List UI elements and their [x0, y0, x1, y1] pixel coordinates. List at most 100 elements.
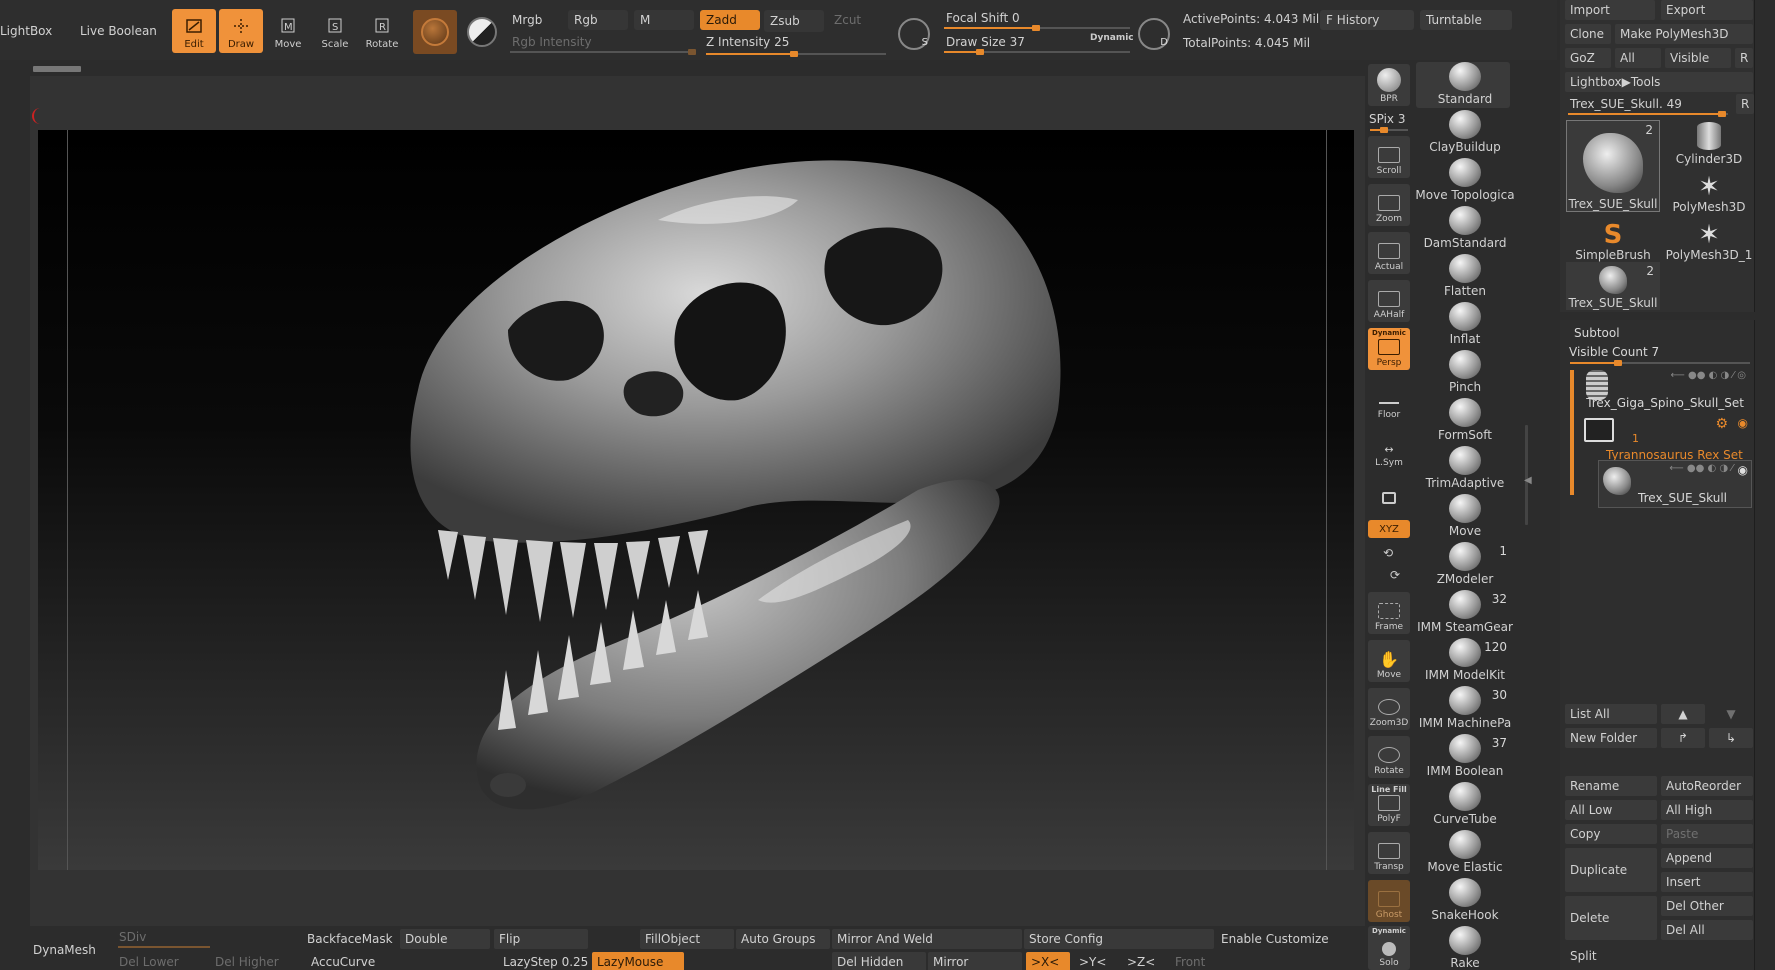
double-button[interactable]: Double — [400, 929, 490, 949]
goz-visible-button[interactable]: Visible — [1665, 48, 1731, 68]
fillobject-button[interactable]: FillObject — [640, 929, 734, 949]
polyf-button[interactable]: Line Fill PolyF — [1368, 784, 1410, 826]
dynamic-toggle[interactable]: Dynamic — [1090, 33, 1134, 43]
brush-item[interactable]: IMM SteamGear 32 — [1417, 590, 1513, 634]
brush-item[interactable]: FormSoft — [1417, 398, 1513, 442]
visible-count-slider[interactable]: Visible Count 7 — [1569, 345, 1659, 359]
ghost-button[interactable]: Ghost — [1368, 880, 1410, 922]
append-button[interactable]: Append — [1661, 848, 1753, 868]
draw-size-slider[interactable]: Draw Size 37 — [940, 33, 1090, 51]
delete-button[interactable]: Delete — [1565, 896, 1657, 940]
make-polymesh-button[interactable]: Make PolyMesh3D — [1615, 24, 1753, 44]
goz-button[interactable]: GoZ — [1565, 48, 1611, 68]
brush-item[interactable]: IMM MachinePa 30 — [1417, 686, 1513, 730]
split-button[interactable]: Split — [1565, 946, 1753, 966]
f-history-button[interactable]: F History — [1320, 10, 1414, 30]
z-axis-button[interactable]: >Z< — [1122, 952, 1166, 970]
del-all-button[interactable]: Del All — [1661, 920, 1753, 940]
mirror-and-weld-button[interactable]: Mirror And Weld — [832, 929, 1022, 949]
move-view-button[interactable]: ✋ Move — [1368, 640, 1410, 682]
tool-thumb-polymesh3d-1[interactable]: ✶ PolyMesh3D_1 — [1662, 214, 1756, 262]
brush-item[interactable]: Pinch — [1417, 350, 1513, 394]
stroke-d-icon[interactable]: D — [1138, 18, 1170, 50]
mirror-button[interactable]: Mirror — [928, 952, 1022, 970]
bpr-button[interactable]: BPR — [1368, 64, 1410, 106]
lazystep-slider[interactable]: LazyStep 0.25 — [498, 952, 592, 970]
edit-button[interactable]: Edit — [172, 9, 216, 53]
move-down-button[interactable]: ▼ — [1709, 704, 1753, 724]
current-tool-slider[interactable]: Trex_SUE_Skull. 49 — [1565, 94, 1733, 114]
scroll-button[interactable]: Scroll — [1368, 136, 1410, 178]
lazymouse-button[interactable]: LazyMouse — [592, 952, 684, 970]
frame-button[interactable]: Frame — [1368, 592, 1410, 634]
mrgb-button[interactable]: Mrgb — [506, 10, 562, 30]
folder-redo-button[interactable]: ↱ — [1661, 728, 1705, 748]
backfacemask-button[interactable]: BackfaceMask — [302, 929, 398, 949]
zcut-button[interactable]: Zcut — [828, 10, 888, 30]
xyz-button[interactable]: XYZ — [1368, 520, 1410, 538]
document-scroll-handle[interactable] — [33, 66, 81, 72]
lock-button[interactable] — [1368, 472, 1410, 514]
zoom3d-button[interactable]: Zoom3D — [1368, 688, 1410, 730]
all-low-button[interactable]: All Low — [1565, 800, 1657, 820]
del-hidden-button[interactable]: Del Hidden — [832, 952, 926, 970]
live-boolean-button[interactable]: Live Boolean — [74, 18, 164, 44]
zoom-button[interactable]: Zoom — [1368, 184, 1410, 226]
brush-item[interactable]: IMM Boolean 37 — [1417, 734, 1513, 778]
rotate-view-button[interactable]: Rotate — [1368, 736, 1410, 778]
brush-item[interactable]: Move — [1417, 494, 1513, 538]
z-intensity-slider[interactable]: Z Intensity 25 — [704, 34, 884, 50]
focal-shift-slider[interactable]: Focal Shift 0 — [940, 10, 1130, 26]
color-picker[interactable] — [462, 10, 502, 54]
subtool-item-giga-spino[interactable]: ⟵ ●● ◐ ◑ ⁄ ◎ Trex_Giga_Spino_Skull_Set — [1580, 368, 1752, 412]
flip-button[interactable]: Flip — [494, 929, 588, 949]
rgb-intensity-slider[interactable]: Rgb Intensity — [506, 34, 696, 50]
eye-icon[interactable]: ◉ — [1738, 463, 1748, 477]
goz-r-button[interactable]: R — [1735, 48, 1753, 68]
clone-button[interactable]: Clone — [1565, 24, 1611, 44]
export-button[interactable]: Export — [1661, 0, 1753, 20]
brush-item[interactable]: TrimAdaptive — [1417, 446, 1513, 490]
front-button[interactable]: Front — [1170, 952, 1230, 970]
subtool-folder-trex-set[interactable]: ⚙ ◉ 1 Tyrannosaurus Rex Set — [1580, 414, 1752, 462]
m-button[interactable]: M — [634, 10, 694, 30]
tool-thumb-trex-skull[interactable]: Trex_SUE_Skull 2 — [1566, 120, 1660, 212]
import-button[interactable]: Import — [1565, 0, 1655, 20]
dynamesh-button[interactable]: DynaMesh — [28, 940, 108, 960]
rotate-y-icon[interactable]: ⟲ — [1383, 546, 1393, 560]
zsub-button[interactable]: Zsub — [764, 10, 824, 32]
store-config-button[interactable]: Store Config — [1024, 929, 1214, 949]
brush-item[interactable]: Standard — [1417, 62, 1513, 106]
copy-button[interactable]: Copy — [1565, 824, 1657, 844]
y-axis-button[interactable]: >Y< — [1074, 952, 1118, 970]
turntable-button[interactable]: Turntable — [1420, 10, 1512, 30]
brush-item[interactable]: Inflat — [1417, 302, 1513, 346]
x-axis-button[interactable]: >X< — [1026, 952, 1070, 970]
rotate-button[interactable]: R Rotate — [360, 9, 404, 53]
zadd-button[interactable]: Zadd — [700, 10, 760, 30]
paste-button[interactable]: Paste — [1661, 824, 1753, 844]
persp-button[interactable]: Dynamic Persp — [1368, 328, 1410, 370]
all-high-button[interactable]: All High — [1661, 800, 1753, 820]
tool-thumb-cylinder3d[interactable]: Cylinder3D — [1662, 118, 1756, 166]
current-tool-r-button[interactable]: R — [1736, 94, 1754, 114]
insert-button[interactable]: Insert — [1661, 872, 1753, 892]
del-other-button[interactable]: Del Other — [1661, 896, 1753, 916]
solo-button[interactable]: Dynamic Solo — [1368, 926, 1410, 970]
lightbox-tools-button[interactable]: Lightbox▶Tools — [1565, 72, 1753, 92]
scale-button[interactable]: S Scale — [313, 9, 357, 53]
tool-thumb-trex-skull-2[interactable]: Trex_SUE_Skull 2 — [1566, 262, 1660, 310]
brush-item[interactable]: CurveTube — [1417, 782, 1513, 826]
move-button[interactable]: M Move — [266, 9, 310, 53]
draw-button[interactable]: Draw — [219, 9, 263, 53]
brush-item[interactable]: Move Topologica — [1415, 158, 1515, 202]
goz-all-button[interactable]: All — [1615, 48, 1661, 68]
autoreorder-button[interactable]: AutoReorder — [1661, 776, 1753, 796]
spix-slider[interactable]: SPix 3 — [1369, 112, 1411, 130]
auto-groups-button[interactable]: Auto Groups — [736, 929, 830, 949]
material-swatch[interactable] — [413, 10, 457, 54]
stroke-s-icon[interactable]: S — [898, 18, 930, 50]
brush-item[interactable]: Rake — [1417, 926, 1513, 970]
aahalf-button[interactable]: AAHalf — [1368, 280, 1410, 322]
transp-button[interactable]: Transp — [1368, 832, 1410, 874]
